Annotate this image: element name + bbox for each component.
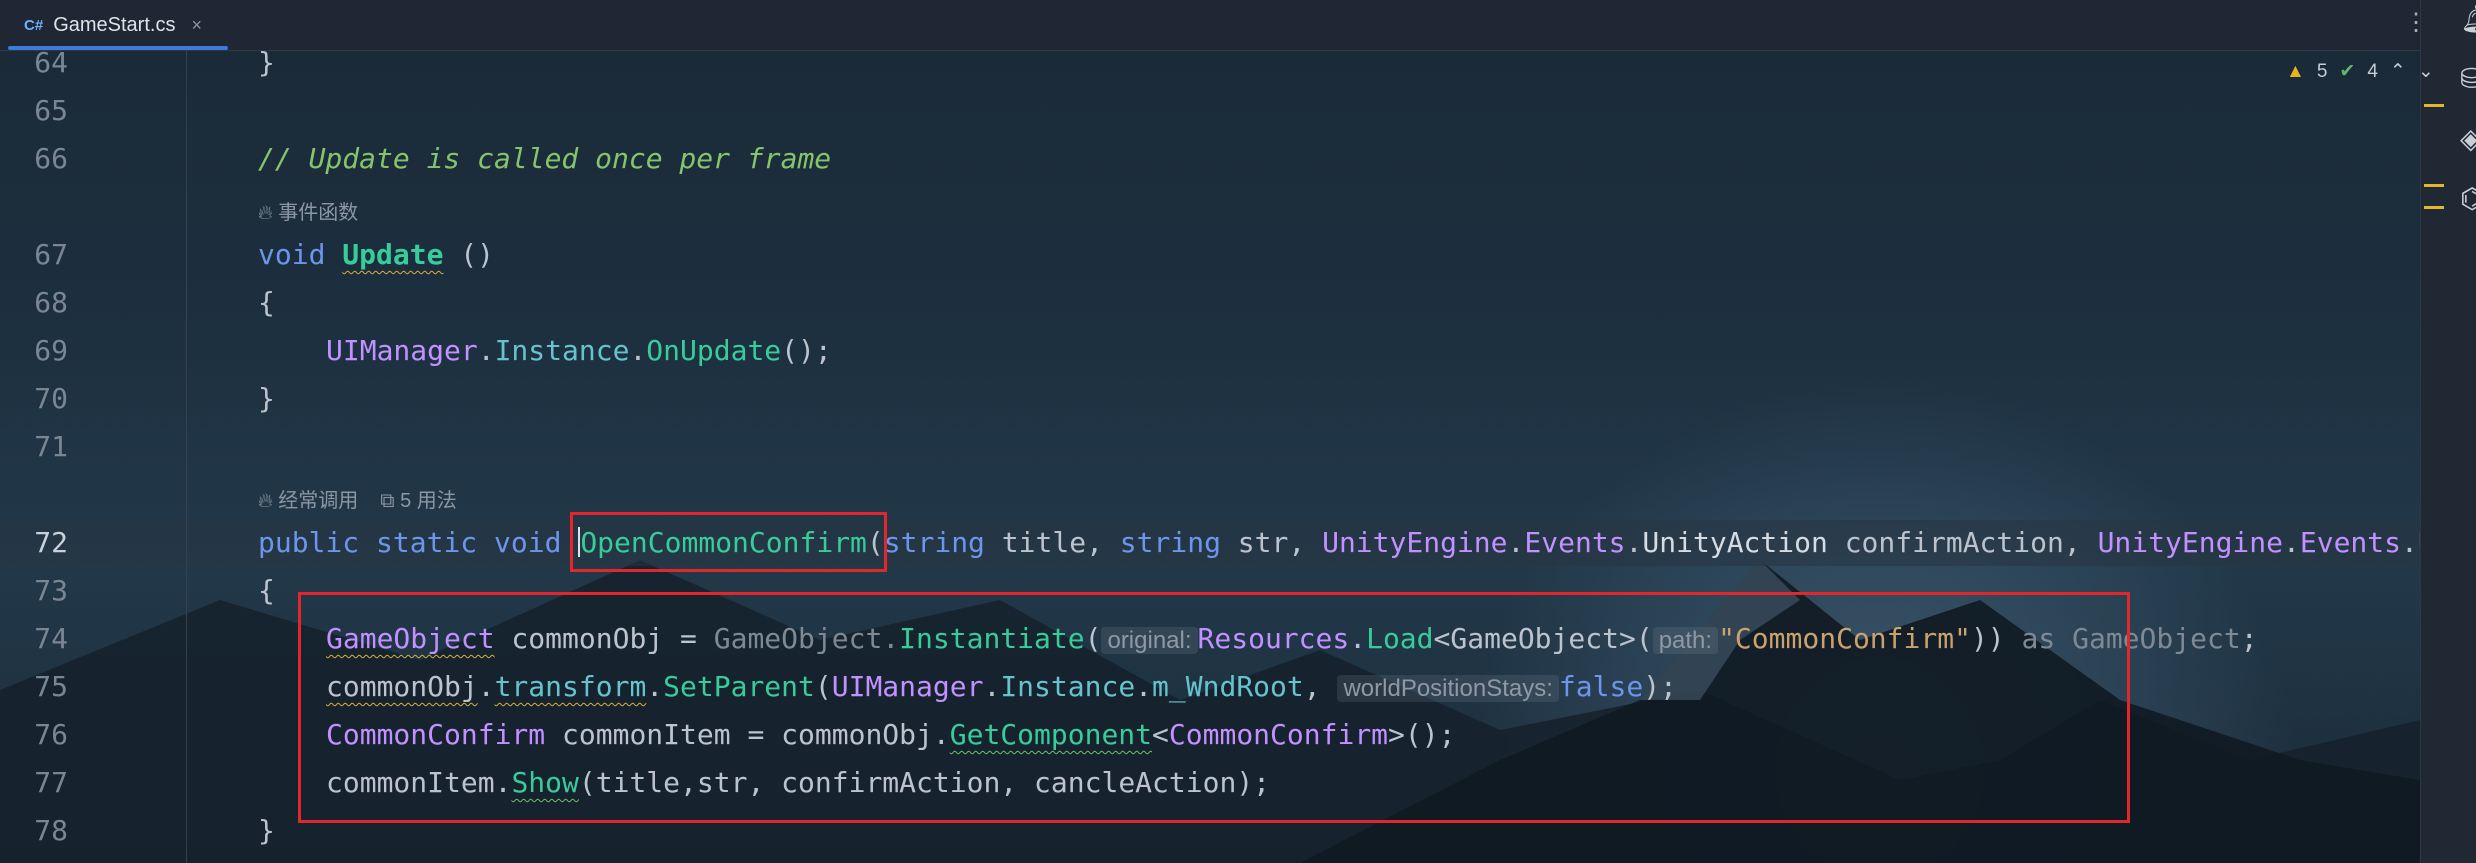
line-number[interactable]: 69 — [0, 334, 68, 367]
code-line-78[interactable]: } — [258, 814, 275, 847]
usages-link[interactable]: ⧉ 5 用法 — [380, 484, 457, 513]
type-name[interactable]: UIManager — [326, 334, 478, 367]
line-number[interactable]: 74 — [0, 622, 68, 655]
ai-assistant-icon[interactable]: ⌬ — [2460, 182, 2476, 215]
tab-gamestart[interactable]: C# GameStart.cs × — [8, 0, 228, 50]
keyword: string — [1119, 526, 1221, 559]
line-number[interactable]: 71 — [0, 430, 68, 463]
namespace[interactable]: UnityEngine — [2098, 526, 2283, 559]
line-number[interactable]: 78 — [0, 814, 68, 847]
code-line-70[interactable]: } — [258, 382, 275, 415]
hint-text: 5 用法 — [400, 490, 457, 512]
ok-count: 4 — [2367, 60, 2378, 82]
brace: { — [258, 286, 275, 319]
editor-tab-bar: C# GameStart.cs × — [0, 0, 2476, 51]
namespace[interactable]: Events — [1524, 526, 1625, 559]
line-number[interactable]: 66 — [0, 142, 68, 175]
warning-count: 5 — [2316, 60, 2328, 82]
flame-icon: 🔥︎ — [258, 202, 273, 224]
line-number[interactable]: 76 — [0, 718, 68, 751]
chevron-up-icon[interactable]: ⌃ — [2390, 60, 2406, 83]
usage-hints[interactable]: 🔥︎ 经常调用 ⧉ 5 用法 — [258, 484, 457, 513]
check-icon: ✔ — [2339, 61, 2356, 82]
param: confirmAction, — [1827, 526, 2098, 559]
parens: () — [443, 238, 495, 271]
code-line-68[interactable]: { — [258, 286, 275, 319]
keyword: static — [376, 526, 478, 559]
code-line-66[interactable]: // Update is called once per frame — [258, 142, 831, 175]
line-number[interactable]: 72 — [0, 526, 68, 559]
link-icon: ⧉ — [380, 490, 395, 512]
keyword: void — [494, 526, 562, 559]
database-icon[interactable]: ⛁ — [2460, 62, 2476, 95]
method-body-highlight-box — [298, 592, 2130, 823]
flame-icon: 🔥︎ — [258, 490, 273, 512]
line-number[interactable]: 75 — [0, 670, 68, 703]
method-call[interactable]: OnUpdate — [646, 334, 781, 367]
brace: { — [258, 574, 275, 607]
type-name[interactable]: UnityAction — [1642, 526, 1827, 559]
warning-marker[interactable] — [2424, 184, 2444, 187]
warning-marker[interactable] — [2424, 104, 2444, 107]
method-name-highlight-box — [570, 512, 887, 572]
hint-text: 经常调用 — [278, 490, 359, 512]
brace: } — [258, 814, 275, 847]
inspection-widget[interactable]: ▲ 5 ✔ 4 ⌃ ⌄ — [2286, 60, 2434, 83]
keyword: string — [883, 526, 985, 559]
code-line-69[interactable]: UIManager.Instance.OnUpdate(); — [326, 334, 832, 367]
line-number[interactable]: 65 — [0, 94, 68, 127]
dot: . — [477, 334, 495, 367]
property[interactable]: Instance — [495, 334, 630, 367]
param: str, — [1220, 526, 1323, 559]
method-name[interactable]: Update — [342, 238, 443, 271]
keyword: public — [258, 526, 360, 559]
hint-text: 事件函数 — [278, 202, 359, 224]
line-number[interactable]: 67 — [0, 238, 68, 271]
dot: . — [629, 334, 647, 367]
punct: (); — [781, 334, 832, 367]
param: title, — [984, 526, 1120, 559]
gutter-divider — [186, 50, 187, 863]
csharp-file-icon: C# — [24, 16, 44, 34]
close-icon[interactable]: × — [191, 15, 202, 36]
namespace[interactable]: UnityEngine — [1322, 526, 1507, 559]
code-line-73[interactable]: { — [258, 574, 275, 607]
line-number[interactable]: 68 — [0, 286, 68, 319]
notifications-icon[interactable]: 🔔︎ — [2460, 2, 2476, 35]
tab-filename: GameStart.cs — [53, 13, 176, 36]
punct: ; — [2240, 622, 2258, 655]
event-function-hint[interactable]: 🔥︎ 事件函数 — [258, 196, 358, 225]
warning-marker[interactable] — [2424, 206, 2444, 209]
chevron-down-icon[interactable]: ⌄ — [2418, 60, 2434, 83]
line-number[interactable]: 70 — [0, 382, 68, 415]
keyword: void — [258, 238, 326, 271]
namespace[interactable]: Events — [2300, 526, 2401, 559]
plugin-icon[interactable]: ◈ — [2460, 122, 2476, 155]
active-tab-indicator — [8, 46, 228, 50]
line-number[interactable]: 77 — [0, 766, 68, 799]
brace: } — [258, 382, 275, 415]
line-number[interactable]: 73 — [0, 574, 68, 607]
comment: // Update is called once per frame — [258, 142, 832, 175]
code-line-67[interactable]: void Update () — [258, 238, 494, 271]
warning-icon: ▲ — [2286, 60, 2305, 82]
